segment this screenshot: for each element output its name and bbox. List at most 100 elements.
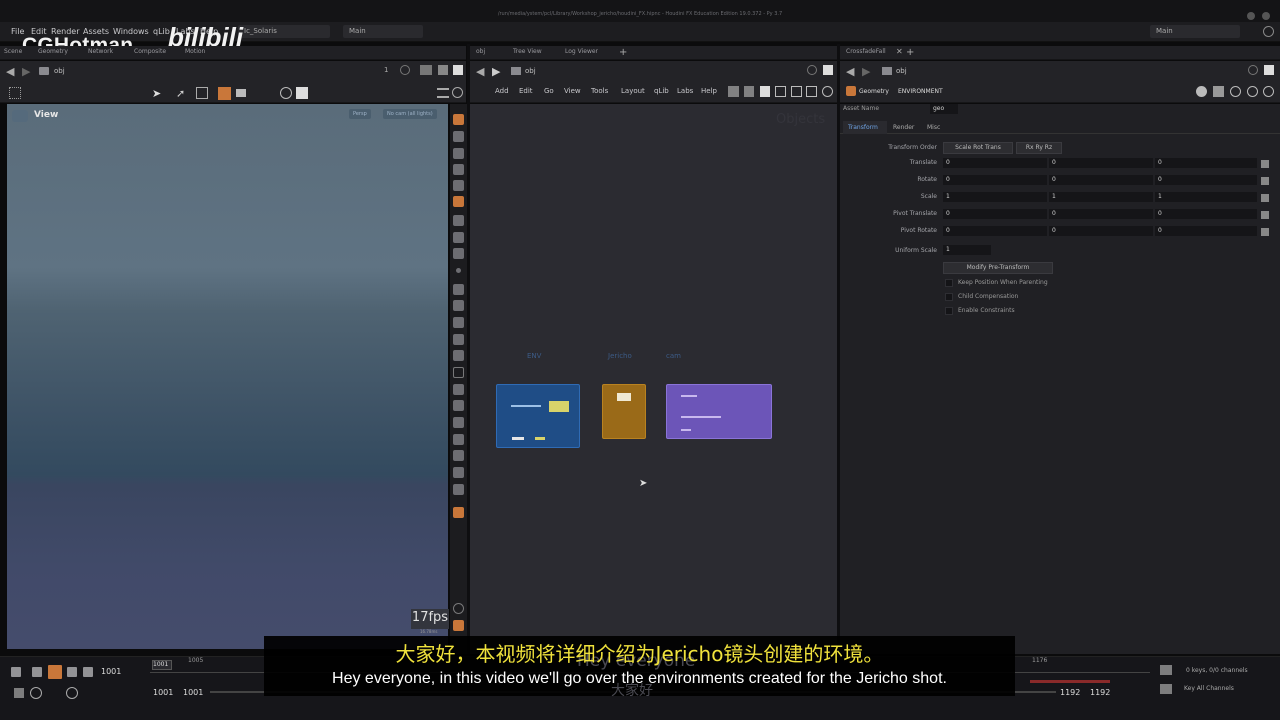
close-tab-icon[interactable]: ✕: [896, 47, 903, 56]
frame-marker[interactable]: 1001: [152, 660, 172, 670]
wrench-icon[interactable]: [728, 86, 739, 97]
tab-obj[interactable]: obj: [476, 48, 485, 55]
pivot-rotate-z[interactable]: 0: [1155, 226, 1257, 236]
snap-icon[interactable]: [280, 87, 292, 99]
param-maximize-icon[interactable]: [1264, 65, 1274, 75]
ghost-icon[interactable]: [453, 164, 464, 175]
note-icon[interactable]: [760, 86, 770, 97]
scale-x[interactable]: 1: [943, 192, 1047, 202]
pose-icon[interactable]: ➚: [176, 87, 185, 100]
points-icon[interactable]: [453, 248, 464, 259]
net-forward-icon[interactable]: ▶: [492, 65, 500, 78]
tab-crossfadefall[interactable]: CrossfadeFall: [846, 48, 886, 55]
range-start[interactable]: 1001: [153, 688, 173, 697]
audio-icon[interactable]: [30, 687, 42, 699]
display-options-icon[interactable]: [296, 87, 308, 99]
pivot-translate-x[interactable]: 0: [943, 209, 1047, 219]
hand-icon[interactable]: [453, 334, 464, 345]
node-tile-white[interactable]: [512, 437, 524, 440]
wire-icon[interactable]: [453, 232, 464, 243]
cube-icon[interactable]: [453, 467, 464, 478]
scale-y[interactable]: 1: [1049, 192, 1153, 202]
light-bulb-icon[interactable]: [453, 507, 464, 518]
edit-icon[interactable]: [1213, 86, 1224, 97]
translate-channel-icon[interactable]: [1261, 160, 1269, 168]
box-icon[interactable]: [453, 400, 464, 411]
gear-icon[interactable]: [1196, 86, 1207, 97]
shading-icon[interactable]: [453, 131, 464, 142]
net-path-label[interactable]: obj: [525, 67, 536, 75]
loop-icon[interactable]: [66, 687, 78, 699]
pivot-translate-z[interactable]: 0: [1155, 209, 1257, 219]
desk-select[interactable]: Main: [343, 25, 423, 38]
child-compensation-checkbox[interactable]: [945, 293, 953, 301]
param-back-icon[interactable]: ◀: [846, 65, 854, 78]
net-pin-icon[interactable]: [807, 65, 817, 75]
net-menu-view[interactable]: View: [564, 87, 581, 95]
frame-box[interactable]: 1: [384, 66, 388, 74]
current-frame[interactable]: 1001: [101, 667, 121, 676]
param-path-label[interactable]: obj: [896, 67, 907, 75]
range-start-2[interactable]: 1001: [183, 688, 203, 697]
keep-position-checkbox[interactable]: [945, 279, 953, 287]
desk-select-right[interactable]: Main: [1150, 25, 1240, 38]
scene-view-icon[interactable]: [218, 87, 231, 100]
flag-icon[interactable]: [453, 417, 464, 428]
grid-view-icon[interactable]: [775, 86, 786, 97]
stop-icon[interactable]: [48, 665, 62, 679]
translate-z[interactable]: 0: [1155, 158, 1257, 168]
grid-toggle-icon[interactable]: [453, 620, 464, 631]
help-icon[interactable]: [1263, 26, 1274, 37]
net-menu-add[interactable]: Add: [495, 87, 509, 95]
camera-menu[interactable]: No cam (all lights): [383, 109, 437, 119]
net-menu-labs[interactable]: Labs: [677, 87, 693, 95]
rotate-channel-icon[interactable]: [1261, 177, 1269, 185]
pivot-translate-y[interactable]: 0: [1049, 209, 1153, 219]
forward-arrow-icon[interactable]: ▶: [22, 65, 30, 78]
translate-y[interactable]: 0: [1049, 158, 1153, 168]
net-menu-layout[interactable]: Layout: [621, 87, 645, 95]
lighting-icon[interactable]: [453, 114, 464, 125]
tab-composite[interactable]: Composite: [134, 48, 166, 55]
pin-icon[interactable]: [400, 65, 410, 75]
play-reverse-icon[interactable]: [32, 667, 42, 677]
net-menu-help[interactable]: Help: [701, 87, 717, 95]
select-arrow-icon[interactable]: ➤: [152, 87, 161, 100]
net-menu-tools[interactable]: Tools: [591, 87, 608, 95]
scale-channel-icon[interactable]: [1261, 194, 1269, 202]
pivot-rotate-channel-icon[interactable]: [1261, 228, 1269, 236]
geometry-icon[interactable]: [453, 215, 464, 226]
stack-icon[interactable]: [453, 484, 464, 495]
net-help-icon[interactable]: [822, 86, 833, 97]
param-info-icon[interactable]: [1247, 86, 1258, 97]
uniform-scale-field[interactable]: 1: [943, 245, 991, 255]
pivot-rotate-y[interactable]: 0: [1049, 226, 1153, 236]
subtab-transform[interactable]: Transform: [848, 124, 878, 131]
network-box-jericho[interactable]: [602, 384, 646, 439]
jump-start-icon[interactable]: [11, 667, 21, 677]
enable-constraints-checkbox[interactable]: [945, 307, 953, 315]
range-end[interactable]: 1192: [1060, 688, 1080, 697]
key-all-icon[interactable]: [1160, 684, 1172, 694]
param-help-icon[interactable]: [1263, 86, 1274, 97]
key-all-channels-button[interactable]: Key All Channels: [1184, 685, 1234, 692]
param-add-tab-icon[interactable]: +: [906, 47, 914, 58]
close-window-icon[interactable]: [1262, 12, 1270, 20]
net-menu-edit[interactable]: Edit: [519, 87, 533, 95]
node-tile-small[interactable]: [535, 437, 545, 440]
handle-icon[interactable]: [196, 87, 208, 99]
persp-menu[interactable]: Persp: [349, 109, 371, 119]
param-forward-icon[interactable]: ▶: [862, 65, 870, 78]
search-icon[interactable]: [1230, 86, 1241, 97]
lock-icon[interactable]: [453, 148, 464, 159]
add-tab-icon[interactable]: +: [619, 47, 627, 58]
frame-icon[interactable]: [453, 367, 464, 378]
range-end-2[interactable]: 1192: [1090, 688, 1110, 697]
view-mode-icon[interactable]: [420, 65, 432, 75]
tab-tree-view[interactable]: Tree View: [513, 48, 542, 55]
menu-lines-icon[interactable]: [437, 88, 449, 98]
paint-icon[interactable]: [453, 350, 464, 361]
pen-icon[interactable]: [453, 300, 464, 311]
rot-order-select[interactable]: Rx Ry Rz: [1016, 142, 1062, 154]
tab-motion[interactable]: Motion: [185, 48, 205, 55]
